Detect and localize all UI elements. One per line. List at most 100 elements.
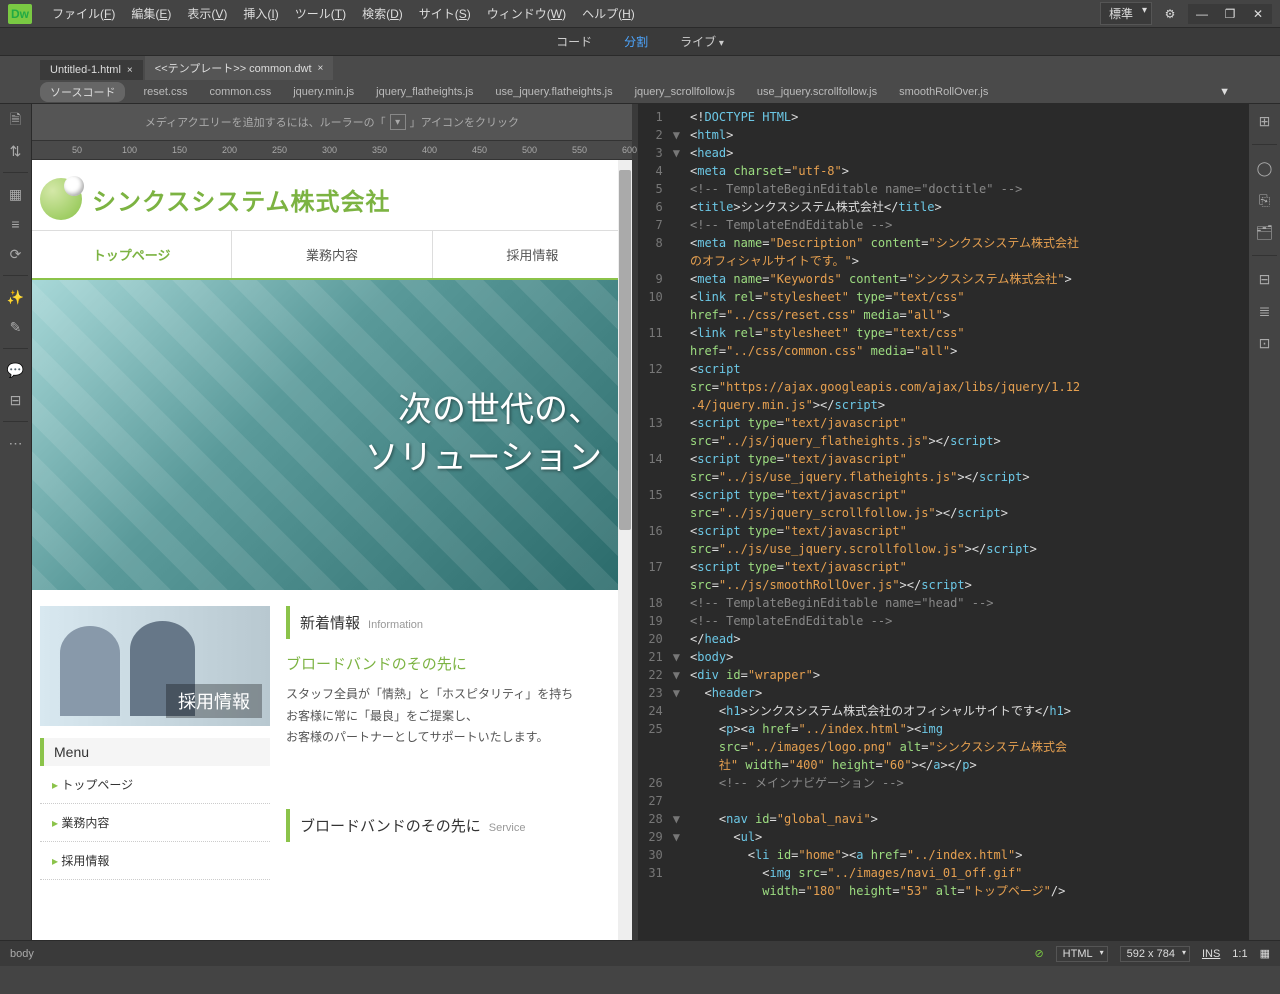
doc-type-dropdown[interactable]: HTML [1056, 946, 1108, 962]
live-view-icon[interactable]: ▦ [7, 185, 25, 203]
code-line[interactable]: src="../js/smoothRollOver.js"></script> [686, 576, 1248, 594]
view-split[interactable]: 分割 [616, 29, 656, 54]
document-tab[interactable]: Untitled-1.html× [40, 60, 143, 80]
nav-item[interactable]: トップページ [32, 231, 232, 278]
tag-selector[interactable]: body [10, 948, 34, 960]
code-line[interactable]: <h1>シンクスシステム株式会社のオフィシャルサイトです</h1> [686, 702, 1248, 720]
css-designer-icon[interactable]: ⊟ [1256, 270, 1274, 288]
expand-icon[interactable]: ⇅ [7, 142, 25, 160]
side-menu-item[interactable]: トップページ [40, 766, 270, 804]
insert-panel-icon[interactable]: ⎘ [1256, 191, 1274, 209]
code-line[interactable]: <script type="text/javascript" [686, 522, 1248, 540]
menu-ウィンドウ(W)[interactable]: ウィンドウ(W) [479, 1, 574, 26]
dom-panel-icon[interactable]: ≣ [1256, 302, 1274, 320]
code-line[interactable]: <!-- TemplateEndEditable --> [686, 612, 1248, 630]
code-line[interactable]: src="../js/use_jquery.flatheights.js"></… [686, 468, 1248, 486]
tab-close-icon[interactable]: × [318, 63, 324, 74]
menu-ツール(T)[interactable]: ツール(T) [287, 1, 354, 26]
wand-icon[interactable]: ✨ [7, 288, 25, 306]
code-line[interactable]: <p><a href="../index.html"><img [686, 720, 1248, 738]
files-panel-icon[interactable]: 🗂 [1256, 223, 1274, 241]
code-line[interactable]: <meta name="Description" content="シンクスシス… [686, 234, 1248, 252]
related-file[interactable]: common.css [209, 86, 271, 98]
comment-icon[interactable]: 💬 [7, 361, 25, 379]
related-file[interactable]: jquery.min.js [293, 86, 354, 98]
document-tab[interactable]: <<テンプレート>> common.dwt× [145, 56, 334, 80]
code-line[interactable]: <nav id="global_navi"> [686, 810, 1248, 828]
no-errors-icon[interactable]: ⊘ [1034, 947, 1043, 960]
code-line[interactable]: </head> [686, 630, 1248, 648]
related-file[interactable]: use_jquery.scrollfollow.js [757, 86, 877, 98]
mq-add-icon[interactable]: ▾ [390, 114, 406, 130]
nav-item[interactable]: 業務内容 [232, 231, 432, 278]
code-line[interactable]: のオフィシャルサイトです。"> [686, 252, 1248, 270]
code-line[interactable]: <html> [686, 126, 1248, 144]
side-menu-item[interactable]: 業務内容 [40, 804, 270, 842]
code-line[interactable]: <!DOCTYPE HTML> [686, 108, 1248, 126]
menu-検索(D)[interactable]: 検索(D) [354, 1, 411, 26]
inspect-icon[interactable]: ≡ [7, 215, 25, 233]
sync-settings-icon[interactable]: ⚙ [1160, 6, 1180, 22]
assets-icon[interactable]: ⊡ [1256, 334, 1274, 352]
code-line[interactable]: <script type="text/javascript" [686, 414, 1248, 432]
code-line[interactable]: width="180" height="53" alt="トップページ"/> [686, 882, 1248, 900]
code-line[interactable]: .4/jquery.min.js"></script> [686, 396, 1248, 414]
panels-icon[interactable]: ⊞ [1256, 112, 1274, 130]
menu-表示(V)[interactable]: 表示(V) [179, 1, 235, 26]
code-line[interactable]: <header> [686, 684, 1248, 702]
filter-icon[interactable]: ▼ [1219, 86, 1230, 98]
related-file[interactable]: jquery_scrollfollow.js [635, 86, 735, 98]
code-line[interactable]: <head> [686, 144, 1248, 162]
code-line[interactable]: <body> [686, 648, 1248, 666]
code-line[interactable]: <!-- TemplateBeginEditable name="doctitl… [686, 180, 1248, 198]
menu-ファイル(F)[interactable]: ファイル(F) [44, 1, 123, 26]
preview-device-icon[interactable]: ▦ [1260, 947, 1270, 960]
code-line[interactable]: href="../css/common.css" media="all"> [686, 342, 1248, 360]
code-line[interactable]: <!-- TemplateEndEditable --> [686, 216, 1248, 234]
code-line[interactable]: src="https://ajax.googleapis.com/ajax/li… [686, 378, 1248, 396]
nav-item[interactable]: 採用情報 [433, 231, 632, 278]
code-line[interactable]: <script type="text/javascript" [686, 450, 1248, 468]
workspace-dropdown[interactable]: 標準 [1100, 2, 1152, 25]
related-file[interactable]: use_jquery.flatheights.js [495, 86, 612, 98]
code-editor[interactable]: 1 2 ▼3 ▼4 5 6 7 8 9 10 11 12 13 14 15 16… [638, 104, 1248, 940]
ruler[interactable]: 50100150200250300350400450500550600 [32, 140, 632, 160]
tab-close-icon[interactable]: × [127, 65, 133, 76]
view-code[interactable]: コード [548, 29, 600, 54]
code-line[interactable]: src="../js/use_jquery.scrollfollow.js"><… [686, 540, 1248, 558]
code-line[interactable]: <link rel="stylesheet" type="text/css" [686, 288, 1248, 306]
code-line[interactable]: src="../js/jquery_flatheights.js"></scri… [686, 432, 1248, 450]
code-line[interactable]: <meta name="Keywords" content="シンクスシステム株… [686, 270, 1248, 288]
recruit-banner[interactable]: 採用情報 [40, 606, 270, 726]
code-line[interactable]: <script [686, 360, 1248, 378]
side-menu-item[interactable]: 採用情報 [40, 842, 270, 880]
related-file[interactable]: reset.css [143, 86, 187, 98]
code-line[interactable]: 社" width="400" height="60"></a></p> [686, 756, 1248, 774]
preview-scrollbar[interactable] [618, 160, 632, 940]
code-line[interactable]: <link rel="stylesheet" type="text/css" [686, 324, 1248, 342]
code-line[interactable]: href="../css/reset.css" media="all"> [686, 306, 1248, 324]
refresh-icon[interactable]: ⟳ [7, 245, 25, 263]
related-file[interactable]: smoothRollOver.js [899, 86, 988, 98]
restore-icon[interactable]: ❐ [1220, 6, 1240, 22]
code-line[interactable]: <li id="home"><a href="../index.html"> [686, 846, 1248, 864]
preview-document[interactable]: シンクスシステム株式会社 トップページ業務内容採用情報 次の世代の、 ソリューシ… [32, 160, 632, 940]
code-line[interactable]: <title>シンクスシステム株式会社</title> [686, 198, 1248, 216]
view-live[interactable]: ライブ [672, 29, 732, 54]
code-line[interactable]: <img src="../images/navi_01_off.gif" [686, 864, 1248, 882]
code-line[interactable] [686, 792, 1248, 810]
code-line[interactable]: <script type="text/javascript" [686, 558, 1248, 576]
format-icon[interactable]: ✎ [7, 318, 25, 336]
menu-挿入(I)[interactable]: 挿入(I) [235, 1, 286, 26]
code-line[interactable]: <script type="text/javascript" [686, 486, 1248, 504]
menu-編集(E)[interactable]: 編集(E) [123, 1, 179, 26]
menu-サイト(S)[interactable]: サイト(S) [411, 1, 479, 26]
source-code-button[interactable]: ソースコード [40, 82, 125, 102]
code-line[interactable]: <ul> [686, 828, 1248, 846]
related-file[interactable]: jquery_flatheights.js [376, 86, 473, 98]
cc-libraries-icon[interactable]: ◯ [1256, 159, 1274, 177]
code-line[interactable]: <div id="wrapper"> [686, 666, 1248, 684]
menu-ヘルプ(H)[interactable]: ヘルプ(H) [574, 1, 643, 26]
close-icon[interactable]: ✕ [1248, 6, 1268, 22]
code-line[interactable]: <meta charset="utf-8"> [686, 162, 1248, 180]
